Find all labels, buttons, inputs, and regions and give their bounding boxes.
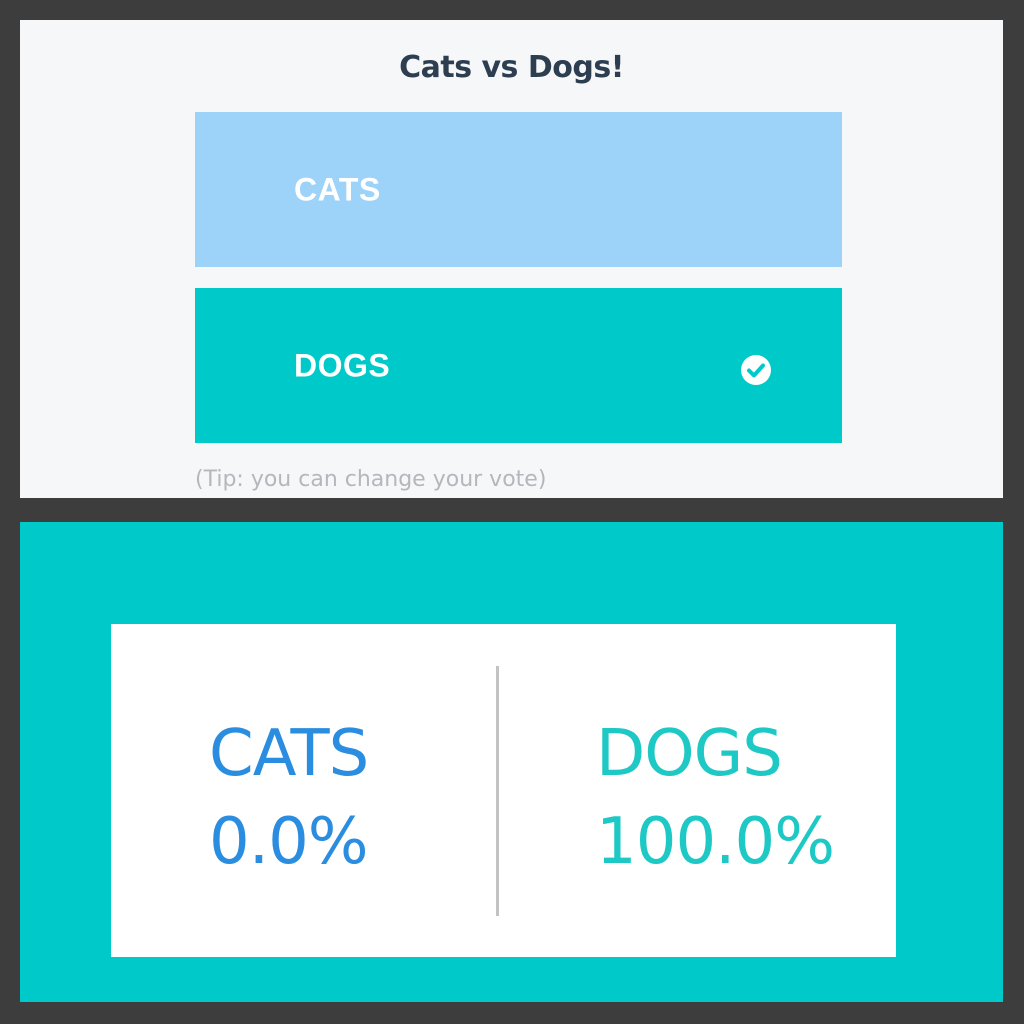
vote-option-dogs[interactable]: DOGS (195, 288, 842, 443)
result-percent: 100.0% (596, 805, 835, 879)
check-circle-icon (740, 354, 772, 386)
result-dogs: DOGS 100.0% (596, 710, 835, 886)
vote-tip: (Tip: you can change your vote) (195, 467, 547, 492)
vote-panel: Cats vs Dogs! CATS DOGS (Tip: you can ch… (20, 20, 1003, 498)
result-percent: 0.0% (209, 805, 369, 879)
collage-frame: Cats vs Dogs! CATS DOGS (Tip: you can ch… (0, 0, 1024, 1024)
result-name: DOGS (596, 717, 783, 791)
results-card: CATS 0.0% DOGS 100.0% (111, 624, 896, 957)
vote-option-label: CATS (294, 171, 381, 207)
vote-option-label: DOGS (294, 347, 391, 383)
results-divider (496, 666, 499, 916)
results-panel: CATS 0.0% DOGS 100.0% (20, 522, 1003, 1002)
result-cats: CATS 0.0% (209, 710, 369, 886)
poll-title: Cats vs Dogs! (399, 50, 624, 85)
vote-option-cats[interactable]: CATS (195, 112, 842, 267)
result-name: CATS (209, 717, 369, 791)
